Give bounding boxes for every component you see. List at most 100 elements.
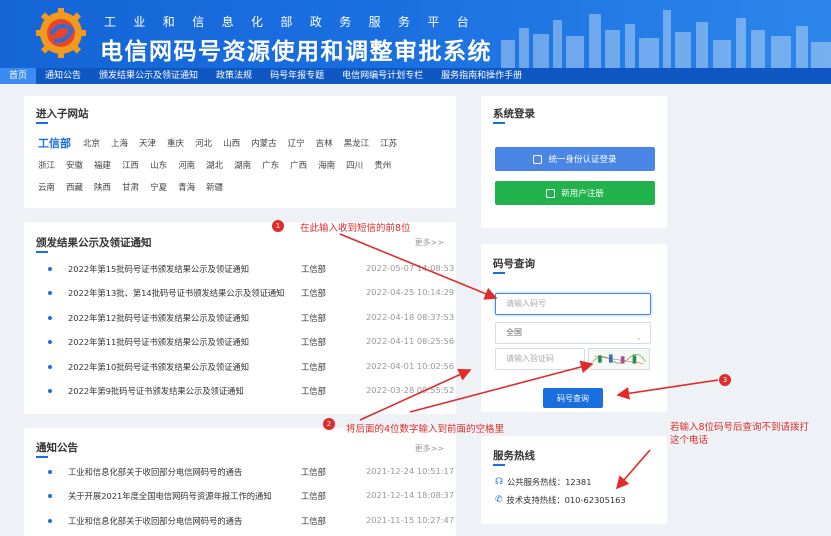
city-row: 浙江 安徽 福建 江西 山东 河南 湖北 湖南 广东 广西 海南 四川 贵州 — [38, 154, 448, 176]
subsite-link[interactable]: 青海 — [178, 181, 195, 193]
results-more-link[interactable]: 更多>> — [415, 237, 444, 248]
list-item[interactable]: 2022年第9批码号证书颁发结果公示及领证通知 工信部 2022-03-28 09:… — [36, 380, 456, 404]
subsite-link[interactable]: 甘肃 — [122, 181, 139, 193]
list-item[interactable]: 关于开展2021年度全国电信网码号资源年报工作的通知 工信部 2021-12-14 … — [36, 485, 456, 509]
list-item[interactable]: 2022年第11批码号证书颁发结果公示及领证通知 工信部 2022-04-11 08… — [36, 331, 456, 355]
item-title[interactable]: 2022年第12批码号证书颁发结果公示及领证通知 — [68, 312, 249, 324]
list-item[interactable]: 2022年第10批码号证书颁发结果公示及领证通知 工信部 2022-04-01 10… — [36, 356, 456, 380]
subsite-link[interactable]: 四川 — [346, 159, 363, 171]
city-skyline-decoration — [501, 10, 831, 68]
subsite-link[interactable]: 西藏 — [66, 181, 83, 193]
query-title: 码号查询 — [493, 258, 535, 270]
subsite-link[interactable]: 云南 — [38, 181, 55, 193]
unified-login-button[interactable]: 统一身份认证登录 — [495, 147, 655, 171]
subsite-link[interactable]: 河南 — [178, 159, 195, 171]
subsite-link[interactable]: 山东 — [150, 159, 167, 171]
annotation-3: 若输入8位码号后查询不到请拨打这个电话 — [670, 422, 810, 446]
nav-home[interactable]: 首页 — [0, 68, 37, 84]
item-title[interactable]: 工业和信息化部关于收回部分电信网码号的通告 — [68, 466, 242, 478]
list-item[interactable]: 2022年第15批码号证书颁发结果公示及领证通知 工信部 2022-05-07 14… — [36, 258, 456, 282]
list-item[interactable]: 工业和信息化部关于收回部分电信网码号的通告 工信部 2021-11-15 10:27… — [36, 510, 456, 534]
subsite-link[interactable]: 海南 — [318, 159, 335, 171]
subsite-link[interactable]: 陕西 — [94, 181, 111, 193]
hotline-card: 服务热线 ☊ 公共服务热线：12381 ✆ 技术支持热线：010-6230516… — [481, 436, 667, 524]
subsite-link[interactable]: 工信部 — [38, 135, 71, 151]
subsite-link[interactable]: 新疆 — [206, 181, 223, 193]
title-underline — [36, 251, 48, 253]
nav-guide[interactable]: 服务指南和操作手册 — [432, 68, 531, 84]
login-card: 系统登录 统一身份认证登录 新用户注册 — [481, 96, 667, 228]
subsite-link[interactable]: 辽宁 — [288, 137, 305, 149]
region-value: 全国 — [506, 328, 522, 337]
bullet-icon — [48, 291, 52, 296]
item-date: 2021-11-15 10:27:47 — [366, 514, 455, 525]
register-button[interactable]: 新用户注册 — [495, 181, 655, 205]
item-date: 2022-04-25 10:14:29 — [366, 287, 455, 298]
subsite-link[interactable]: 江西 — [122, 159, 139, 171]
code-query-button[interactable]: 码号查询 — [543, 388, 603, 408]
register-label: 新用户注册 — [561, 189, 604, 199]
item-org: 工信部 — [301, 491, 326, 502]
nav-numbering-plan[interactable]: 电信网编号计划专栏 — [333, 68, 432, 84]
bullet-icon — [48, 494, 52, 499]
subsite-link[interactable]: 上海 — [111, 137, 128, 149]
item-org: 工信部 — [301, 515, 326, 526]
list-item[interactable]: 2022年第13批、第14批码号证书颁发结果公示及领证通知 工信部 2022-04-… — [36, 282, 456, 306]
item-title[interactable]: 2022年第10批码号证书颁发结果公示及领证通知 — [68, 361, 249, 373]
subsite-link[interactable]: 浙江 — [38, 159, 55, 171]
title-underline — [36, 456, 48, 458]
list-item[interactable]: 工业和信息化部关于收回部分电信网码号的通告 工信部 2021-12-24 10:51… — [36, 461, 456, 485]
subsite-link[interactable]: 北京 — [83, 137, 100, 149]
subsite-link[interactable]: 江苏 — [380, 137, 397, 149]
notices-list: 工业和信息化部关于收回部分电信网码号的通告 工信部 2021-12-24 10:51… — [36, 461, 456, 534]
subsite-link[interactable]: 山西 — [223, 137, 240, 149]
item-title[interactable]: 2022年第11批码号证书颁发结果公示及领证通知 — [68, 336, 249, 348]
user-icon — [546, 188, 556, 198]
item-org: 工信部 — [301, 264, 326, 274]
subsite-link[interactable]: 广西 — [290, 159, 307, 171]
region-select[interactable]: 全国 ⌄ — [495, 322, 651, 344]
results-card: 颁发结果公示及领证通知 更多>> 2022年第15批码号证书颁发结果公示及领证通… — [24, 222, 456, 414]
item-title[interactable]: 2022年第13批、第14批码号证书颁发结果公示及领证通知 — [68, 287, 284, 299]
item-date: 2022-04-01 10:02:56 — [366, 360, 455, 371]
nav-notices[interactable]: 通知公告 — [36, 68, 90, 84]
item-title[interactable]: 关于开展2021年度全国电信网码号资源年报工作的通知 — [68, 490, 272, 502]
subsite-link[interactable]: 内蒙古 — [251, 137, 277, 149]
item-date: 2022-05-07 14:08:53 — [366, 263, 455, 273]
item-title[interactable]: 工业和信息化部关于收回部分电信网码号的通告 — [68, 515, 242, 527]
annotation-2: 将后面的4位数字输入到前面的空格里 — [346, 424, 505, 435]
subsite-link[interactable]: 黑龙江 — [344, 137, 370, 149]
bullet-icon — [48, 518, 52, 523]
subsite-link[interactable]: 重庆 — [167, 137, 184, 149]
unified-login-label: 统一身份认证登录 — [548, 155, 617, 165]
item-org: 工信部 — [301, 361, 326, 372]
headset-icon: ☊ — [495, 477, 503, 487]
subsite-link[interactable]: 宁夏 — [150, 181, 167, 193]
subsite-link[interactable]: 安徽 — [66, 159, 83, 171]
nav-policy[interactable]: 政策法规 — [207, 68, 261, 84]
item-title[interactable]: 2022年第9批码号证书颁发结果公示及领证通知 — [68, 385, 244, 397]
city-row: 工信部 北京 上海 天津 重庆 河北 山西 内蒙古 辽宁 吉林 黑龙江 江苏 — [38, 132, 448, 154]
ministry-logo-icon[interactable] — [36, 8, 86, 58]
captcha-image[interactable] — [588, 348, 650, 370]
subsite-link[interactable]: 湖北 — [206, 159, 223, 171]
subsite-link[interactable]: 福建 — [94, 159, 111, 171]
subsite-link[interactable]: 贵州 — [374, 159, 391, 171]
nav-annual-report[interactable]: 码号年报专题 — [261, 68, 333, 84]
subsite-link[interactable]: 天津 — [139, 137, 156, 149]
bullet-icon — [48, 388, 52, 393]
chevron-down-icon: ⌄ — [635, 333, 642, 342]
subsite-link[interactable]: 湖南 — [234, 159, 251, 171]
code-input[interactable]: 请输入码号 — [495, 293, 651, 315]
site-header: 工业和信息化部政务服务平台 电信网码号资源使用和调整审批系统 — [0, 0, 831, 68]
notices-more-link[interactable]: 更多>> — [415, 443, 444, 454]
results-list: 2022年第15批码号证书颁发结果公示及领证通知 工信部 2022-05-07 14… — [36, 258, 456, 404]
subsite-link[interactable]: 吉林 — [316, 137, 333, 149]
nav-results[interactable]: 颁发结果公示及领证通知 — [90, 68, 207, 84]
list-item[interactable]: 2022年第12批码号证书颁发结果公示及领证通知 工信部 2022-04-18 08… — [36, 307, 456, 331]
title-underline — [493, 464, 505, 466]
item-title[interactable]: 2022年第15批码号证书颁发结果公示及领证通知 — [68, 263, 249, 275]
subsite-link[interactable]: 河北 — [195, 137, 212, 149]
subsite-link[interactable]: 广东 — [262, 159, 279, 171]
captcha-input[interactable]: 请输入验证码 — [495, 348, 585, 370]
